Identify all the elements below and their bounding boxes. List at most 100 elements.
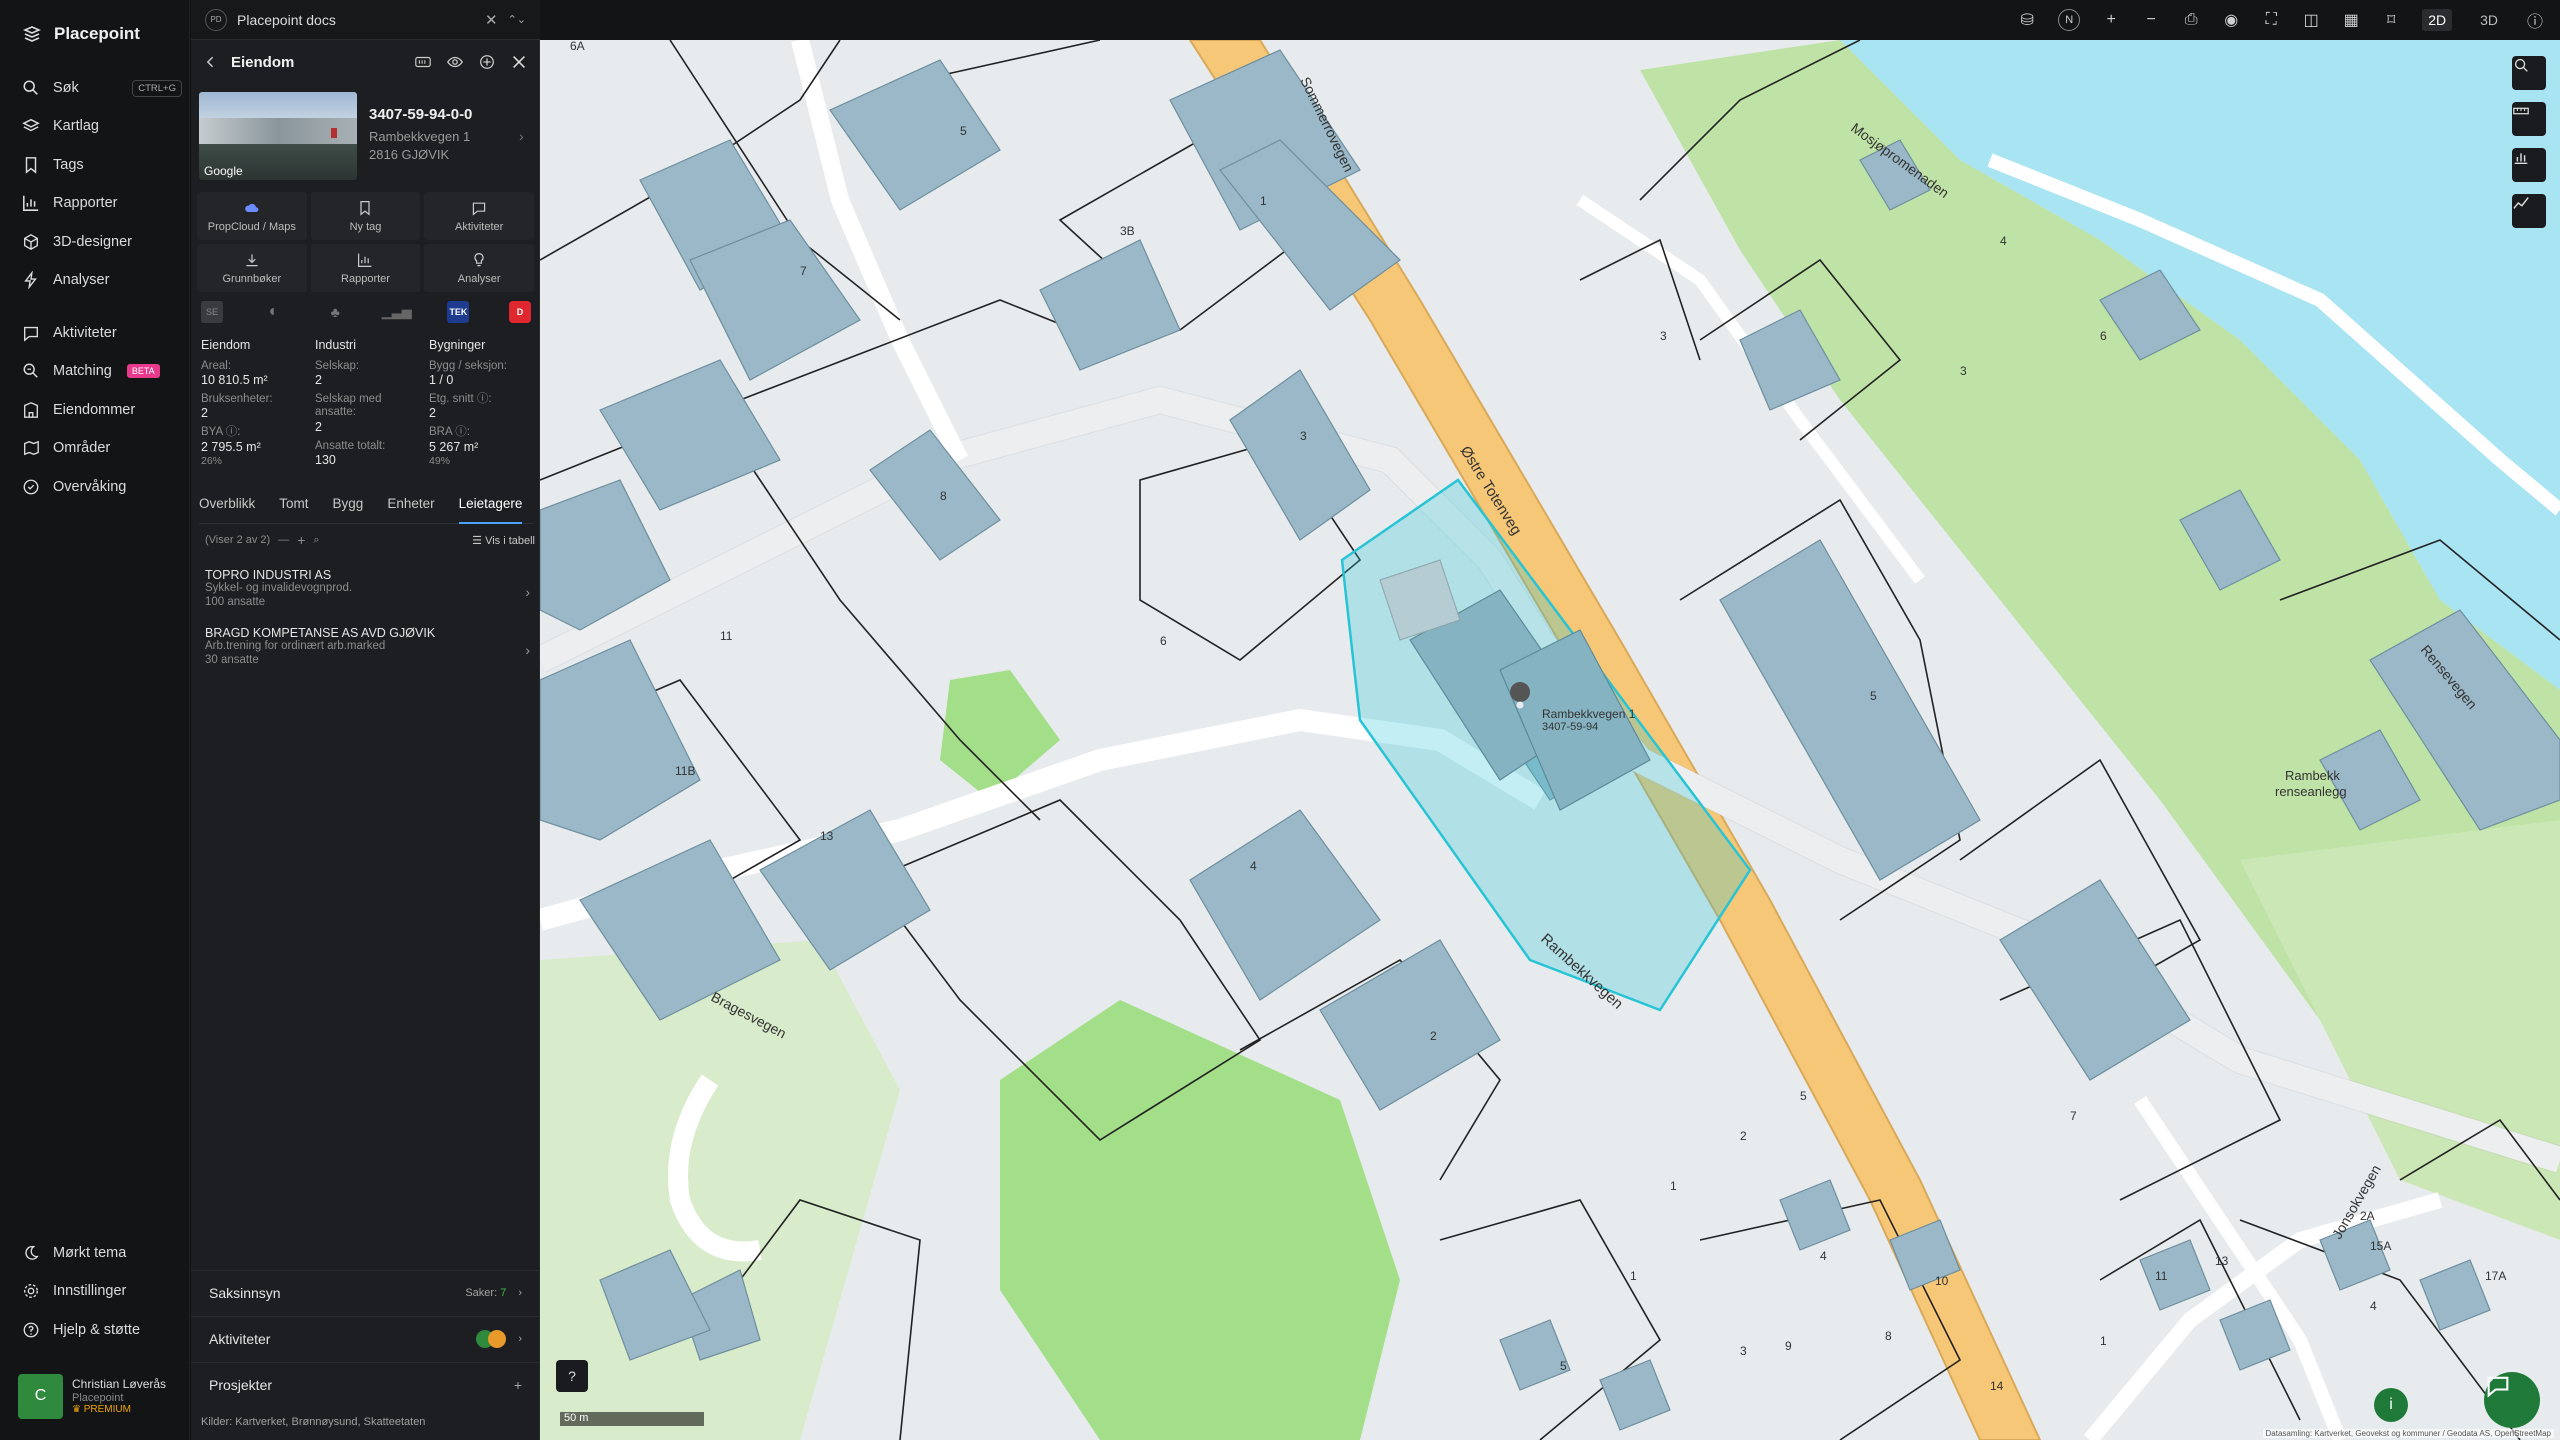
nav-item-aktiviteter[interactable]: Aktiviteter	[22, 318, 182, 348]
eye-icon[interactable]: ◉	[2222, 11, 2240, 29]
house-number: 4	[2000, 234, 2007, 248]
nav-item-tags[interactable]: Tags	[22, 150, 182, 180]
bookmark-icon[interactable]: ⌑	[2382, 11, 2400, 29]
close-workspace-icon[interactable]: ✕	[485, 11, 498, 29]
source-bars-icon[interactable]: ▁▃▅	[382, 301, 412, 323]
back-icon[interactable]	[203, 54, 219, 70]
source-globe-icon[interactable]: ◐	[263, 301, 285, 323]
nav-item-label: Mørkt tema	[53, 1245, 127, 1261]
propcloud-button[interactable]: PropCloud / Maps	[197, 192, 307, 240]
data-sources-footer: Kilder: Kartverket, Brønnøysund, Skattee…	[201, 1416, 425, 1428]
ruler-icon	[2513, 107, 2529, 115]
tab-tomt[interactable]: Tomt	[279, 496, 308, 524]
map-tool-statistics[interactable]	[2512, 148, 2546, 182]
show-in-table-link[interactable]: ☰ Vis i tabell	[472, 534, 535, 547]
nav-item-matching[interactable]: Matching BETA	[22, 356, 182, 386]
house-number: 6	[1160, 634, 1167, 648]
source-d-icon[interactable]: D	[508, 301, 531, 323]
add-icon[interactable]	[478, 53, 496, 71]
map-canvas[interactable]: Rambekkvegen 1 3407-59-94 Østre Totenveg…	[540, 40, 2560, 1440]
workspace-title[interactable]: Placepoint docs	[237, 12, 336, 28]
fullscreen-icon[interactable]: ⛶	[2262, 11, 2280, 29]
nav-item-search[interactable]: Søk CTRL+G	[22, 73, 182, 103]
matrikkel-icon[interactable]	[414, 53, 432, 71]
facts-bygninger: Bygninger Bygg / seksjon: 1 / 0 Etg. sni…	[429, 338, 531, 473]
list-item[interactable]: BRAGD KOMPETANSE AS AVD GJØVIK Arb.treni…	[205, 626, 530, 668]
section-prosjekter[interactable]: Prosjekter +	[191, 1362, 540, 1406]
nav-item-label: Overvåking	[53, 479, 127, 495]
nav-item-3d-designer[interactable]: 3D-designer	[22, 227, 182, 257]
zoom-out-icon[interactable]: −	[2142, 11, 2160, 29]
mode-3d-button[interactable]: 3D	[2474, 9, 2504, 31]
source-people-icon[interactable]: ♣	[324, 301, 346, 323]
expand-workspace-icon[interactable]: ⌃⌄	[508, 13, 526, 26]
analyses-button[interactable]: Analyser	[424, 244, 534, 292]
list-item[interactable]: TOPRO INDUSTRI AS Sykkel- og invalidevog…	[205, 568, 530, 610]
mode-2d-button[interactable]: 2D	[2422, 9, 2453, 31]
map-help-button[interactable]: ?	[556, 1360, 588, 1392]
nav-item-kartlag[interactable]: Kartlag	[22, 111, 182, 141]
compass-icon[interactable]: N	[2058, 9, 2081, 31]
map-tool-elevation[interactable]	[2512, 194, 2546, 228]
add-project-icon[interactable]: +	[514, 1377, 522, 1393]
new-tag-button[interactable]: Ny tag	[310, 192, 421, 240]
print-icon[interactable]: ⎙	[2182, 11, 2200, 29]
activities-button[interactable]: Aktiviteter	[424, 192, 534, 240]
tab-leietagere[interactable]: Leietagere	[458, 496, 523, 524]
chat-button[interactable]	[2484, 1372, 2540, 1428]
chat-icon	[2487, 1376, 2509, 1398]
tab-bygg[interactable]: Bygg	[333, 496, 364, 524]
nav-item-analyser[interactable]: Analyser	[22, 265, 182, 295]
info-icon[interactable]: ⓘ	[2526, 11, 2544, 31]
nav-item-rapporter[interactable]: Rapporter	[22, 188, 182, 218]
house-number: 5	[1800, 1089, 1807, 1103]
source-tek-icon[interactable]: TEK	[447, 301, 470, 323]
street-view-thumbnail[interactable]: Google	[199, 92, 357, 180]
user-profile[interactable]: C Christian Løverås Placepoint ♛ PREMIUM	[18, 1372, 183, 1420]
tab-overblikk[interactable]: Overblikk	[199, 496, 255, 524]
camera-icon[interactable]: ◫	[2302, 11, 2320, 29]
house-number: 8	[1885, 1329, 1892, 1343]
house-number: 2A	[2360, 1209, 2375, 1223]
info-button[interactable]: i	[2374, 1388, 2408, 1422]
close-icon[interactable]	[510, 53, 528, 71]
panel-tabs: Overblikk Tomt Bygg Enheter Leietagere	[199, 496, 534, 524]
section-aktiviteter[interactable]: Aktiviteter ›	[191, 1316, 540, 1360]
add-filter-icon[interactable]: +	[297, 532, 305, 548]
house-number: 5	[1560, 1359, 1567, 1373]
nav-item-overvaking[interactable]: Overvåking	[22, 472, 182, 502]
source-link[interactable]: Brønnøysund,	[292, 1416, 361, 1428]
source-link[interactable]: Skatteetaten	[364, 1416, 426, 1428]
nav-item-omrader[interactable]: Områder	[22, 433, 182, 463]
sign-marker	[331, 128, 337, 138]
layers-stack-icon[interactable]: ⛁	[2018, 11, 2036, 29]
case-count-label: Saker:	[465, 1286, 498, 1299]
zoom-in-icon[interactable]: +	[2102, 11, 2120, 29]
house-number: 6	[2100, 329, 2107, 343]
nav-item-eiendommer[interactable]: Eiendommer	[22, 395, 182, 425]
eye-icon[interactable]	[446, 53, 464, 71]
nav-item-help[interactable]: Hjelp & støtte	[22, 1315, 182, 1345]
nav-item-settings[interactable]: Innstillinger	[22, 1276, 182, 1306]
chevron-right-icon[interactable]: ›	[519, 128, 524, 144]
map-tool-measure[interactable]	[2512, 102, 2546, 136]
source-link[interactable]: Kartverket,	[235, 1416, 288, 1428]
fact-value: 1 / 0	[429, 373, 454, 388]
nav-item-label: Områder	[53, 440, 111, 456]
map-tool-search-layer[interactable]	[2512, 56, 2546, 90]
cube-icon	[24, 234, 38, 250]
app-logo[interactable]: Placepoint	[22, 20, 140, 48]
house-number: 7	[2070, 1109, 2077, 1123]
fact-percent: 26%	[201, 454, 223, 467]
fact-label: Selskap:	[315, 360, 360, 372]
search-icon[interactable]: ⌕	[313, 534, 319, 547]
grid-icon[interactable]: ▦	[2342, 11, 2360, 29]
collapse-icon[interactable]: —	[278, 534, 289, 546]
source-se-icon[interactable]: SE	[201, 301, 223, 323]
section-saksinnsyn[interactable]: Saksinnsyn Saker: 7 ›	[191, 1270, 540, 1314]
fact-value: 130	[315, 452, 336, 467]
grunnboker-button[interactable]: Grunnbøker	[197, 244, 307, 292]
reports-button[interactable]: Rapporter	[310, 244, 421, 292]
tab-enheter[interactable]: Enheter	[387, 496, 434, 524]
nav-item-dark-theme[interactable]: Mørkt tema	[22, 1238, 182, 1268]
